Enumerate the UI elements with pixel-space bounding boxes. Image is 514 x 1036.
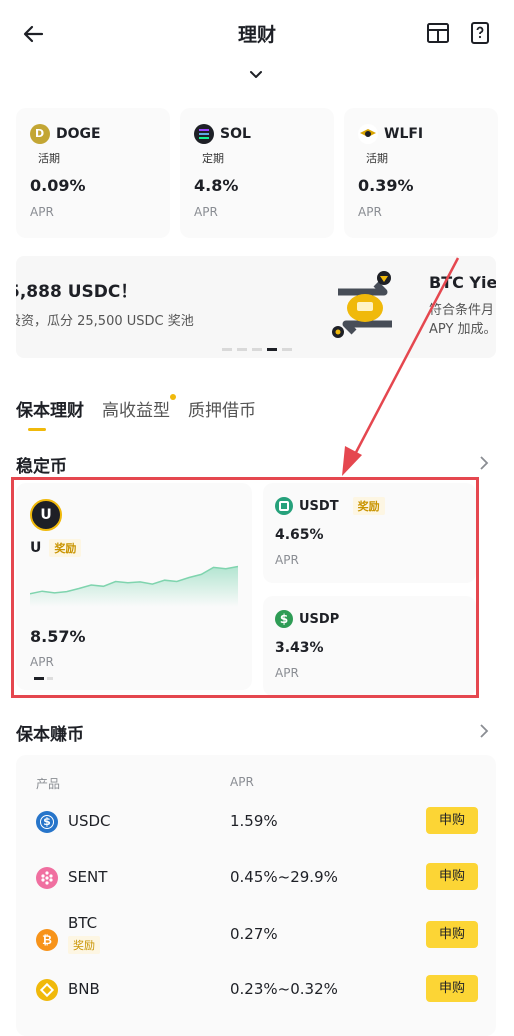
product-apr: 0.27% [230,925,278,943]
banner-title: 5,888 USDC！ [16,282,138,302]
product-apr: 1.59% [230,812,278,830]
active-tab-indicator [28,428,46,431]
section-title-stablecoin: 稳定币 [16,457,67,477]
doge-icon: D [30,124,50,144]
layout-icon[interactable] [425,20,451,46]
product-tabs: 保本理财 高收益型 质押借币 [16,394,256,421]
subscribe-button[interactable]: 申购 [426,863,478,890]
usdc-icon: $ [36,811,58,833]
list-item[interactable]: ₿ BTC 奖励 0.27% 申购 [16,913,496,965]
coin-name: DOGE [56,126,101,142]
bnb-icon [36,979,58,1001]
product-apr: 0.45%~29.9% [230,868,338,886]
product-name: BTC [68,914,98,932]
coin-name: SOL [220,126,251,142]
earn-product-list: 产品 APR $ USDC 1.59% 申购 SENT 0.45%~29.9% … [16,755,496,1036]
chevron-right-icon[interactable] [476,455,492,471]
banner-subtitle: 投资，瓜分 25,500 USDC 奖池 [16,314,194,329]
coin-rate: 4.8% [194,176,239,195]
product-name: USDC [68,812,111,830]
product-apr: 0.23%~0.32% [230,980,338,998]
tab-high-yield[interactable]: 高收益型 [102,394,176,421]
column-header-product: 产品 [36,777,61,791]
coin-card-wlfi[interactable]: WLFI 活期 0.39% APR [344,108,498,238]
btc-icon: ₿ [36,929,58,951]
list-item[interactable]: $ USDC 1.59% 申购 [16,801,496,841]
coin-apr-label: APR [30,205,54,219]
coin-card-sol[interactable]: SOL 定期 4.8% APR [180,108,334,238]
coin-type: 活期 [38,152,60,165]
tab-staking-loan[interactable]: 质押借币 [188,396,256,421]
product-name: SENT [68,868,108,886]
coin-type: 活期 [366,152,388,165]
tab-principal-protected[interactable]: 保本理财 [16,396,84,421]
coin-type: 定期 [202,152,224,165]
section-title-earn: 保本赚币 [16,725,84,745]
sol-icon [194,124,214,144]
wlfi-icon [358,124,378,144]
sent-icon [36,867,58,889]
list-item[interactable]: SENT 0.45%~29.9% 申购 [16,857,496,897]
column-header-apr: APR [230,775,254,789]
coin-rate: 0.09% [30,176,86,195]
subscribe-button[interactable]: 申购 [426,975,478,1002]
notification-dot [170,394,176,400]
header: 理财 [0,0,514,64]
subscribe-button[interactable]: 申购 [426,807,478,834]
coin-apr-label: APR [194,205,218,219]
reward-badge: 奖励 [68,936,100,954]
chevron-down-icon[interactable] [245,64,267,86]
chevron-right-icon[interactable] [476,723,492,739]
help-icon[interactable] [467,20,493,46]
coin-name: WLFI [384,126,424,142]
subscribe-button[interactable]: 申购 [426,921,478,948]
product-name: BNB [68,980,100,998]
carousel-dots [222,348,292,351]
coin-apr-label: APR [358,205,382,219]
highlight-box [11,477,479,698]
coin-card-doge[interactable]: D DOGE 活期 0.09% APR [16,108,170,238]
coin-rate: 0.39% [358,176,414,195]
list-item[interactable]: BNB 0.23%~0.32% 申购 [16,969,496,1009]
annotation-arrow [342,257,460,476]
